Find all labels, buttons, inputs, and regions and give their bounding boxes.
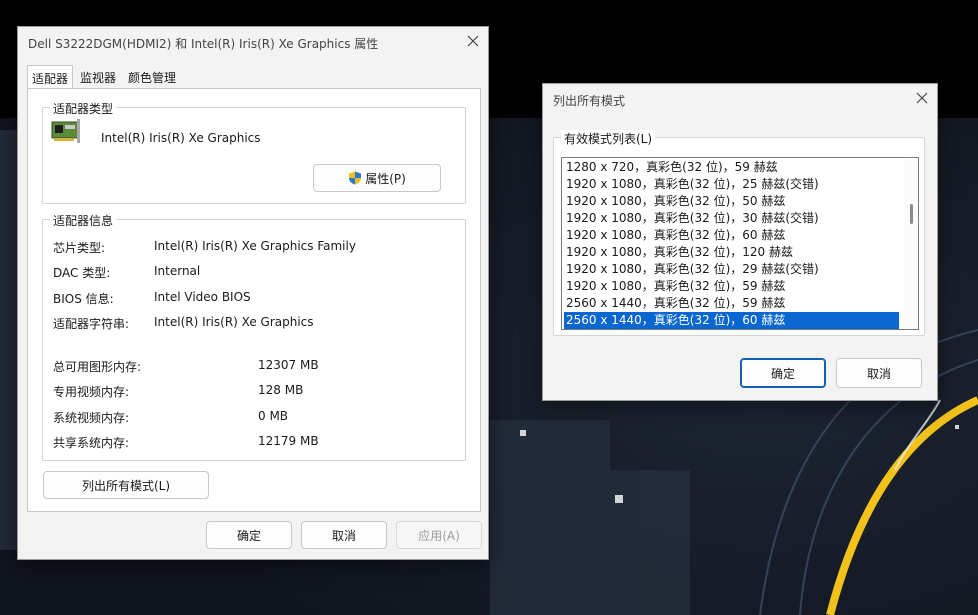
- list-item[interactable]: 1920 x 1080，真彩色(32 位)，120 赫兹: [564, 244, 899, 261]
- graphics-card-icon: [51, 119, 80, 143]
- close-icon[interactable]: [907, 86, 937, 110]
- apply-button[interactable]: 应用(A): [396, 521, 482, 549]
- memory-label: 共享系统内存:: [53, 436, 130, 450]
- ok-button[interactable]: 确定: [206, 521, 292, 549]
- adapter-name: Intel(R) Iris(R) Xe Graphics: [101, 131, 261, 145]
- list-item[interactable]: 1920 x 1080，真彩色(32 位)，59 赫兹: [564, 278, 899, 295]
- list-item[interactable]: 2560 x 1440，真彩色(32 位)，59 赫兹: [564, 295, 899, 312]
- modes-ok-button[interactable]: 确定: [740, 358, 826, 388]
- adapter-info-label: 适配器信息: [50, 212, 117, 229]
- adapter-info-group: 适配器信息 芯片类型: Intel(R) Iris(R) Xe Graphics…: [42, 212, 466, 461]
- info-value: Intel(R) Iris(R) Xe Graphics Family: [154, 239, 356, 253]
- tab-color-management[interactable]: 颜色管理: [124, 67, 184, 89]
- memory-label: 总可用图形内存:: [53, 360, 142, 374]
- window-title: Dell S3222DGM(HDMI2) 和 Intel(R) Iris(R) …: [28, 37, 379, 51]
- modes-cancel-button[interactable]: 取消: [836, 358, 922, 388]
- properties-button-label: 属性(P): [365, 171, 406, 186]
- tab-monitor[interactable]: 监视器: [76, 67, 122, 89]
- modes-scrollbar[interactable]: [904, 158, 918, 329]
- close-icon[interactable]: [458, 29, 488, 53]
- uac-shield-icon: [349, 171, 362, 185]
- memory-value: 12307 MB: [258, 358, 319, 372]
- valid-modes-label: 有效模式列表(L): [561, 130, 656, 147]
- list-item[interactable]: 1280 x 720，真彩色(32 位)，59 赫兹: [564, 159, 899, 176]
- modes-listbox[interactable]: 1280 x 720，真彩色(32 位)，59 赫兹 1920 x 1080，真…: [561, 157, 919, 330]
- adapter-type-label: 适配器类型: [50, 100, 117, 117]
- properties-button[interactable]: 属性(P): [313, 164, 441, 192]
- list-item[interactable]: 1920 x 1080，真彩色(32 位)，50 赫兹: [564, 193, 899, 210]
- memory-value: 128 MB: [258, 383, 304, 397]
- info-value: Intel Video BIOS: [154, 290, 251, 304]
- window-title: 列出所有模式: [553, 94, 626, 108]
- info-value: Intel(R) Iris(R) Xe Graphics: [154, 315, 314, 329]
- display-properties-window: Dell S3222DGM(HDMI2) 和 Intel(R) Iris(R) …: [17, 26, 489, 560]
- list-all-modes-button[interactable]: 列出所有模式(L): [43, 471, 209, 499]
- adapter-type-group: 适配器类型 Intel(R) Iris(R) Xe Graphics 属性(P): [42, 100, 466, 204]
- memory-label: 系统视频内存:: [53, 411, 130, 425]
- info-value: Internal: [154, 264, 201, 278]
- memory-value: 12179 MB: [258, 434, 319, 448]
- list-item[interactable]: 2560 x 1440，真彩色(32 位)，60 赫兹: [564, 312, 899, 329]
- tab-adapter[interactable]: 适配器: [27, 65, 73, 89]
- info-label: DAC 类型:: [53, 266, 111, 280]
- cancel-button[interactable]: 取消: [301, 521, 387, 549]
- list-item[interactable]: 1920 x 1080，真彩色(32 位)，60 赫兹: [564, 227, 899, 244]
- list-item[interactable]: 1920 x 1080，真彩色(32 位)，25 赫兹(交错): [564, 176, 899, 193]
- info-label: BIOS 信息:: [53, 292, 114, 306]
- memory-value: 0 MB: [258, 409, 289, 423]
- list-item[interactable]: 1920 x 1080，真彩色(32 位)，29 赫兹(交错): [564, 261, 899, 278]
- adapter-tab-panel: 适配器类型 Intel(R) Iris(R) Xe Graphics 属性(P): [27, 88, 481, 512]
- info-label: 适配器字符串:: [53, 317, 130, 331]
- memory-label: 专用视频内存:: [53, 385, 130, 399]
- scrollbar-thumb[interactable]: [910, 204, 913, 224]
- list-all-modes-window: 列出所有模式 有效模式列表(L) 1280 x 720，真彩色(32 位)，59…: [542, 83, 938, 401]
- list-item[interactable]: 1920 x 1080，真彩色(32 位)，30 赫兹(交错): [564, 210, 899, 227]
- info-label: 芯片类型:: [53, 241, 106, 255]
